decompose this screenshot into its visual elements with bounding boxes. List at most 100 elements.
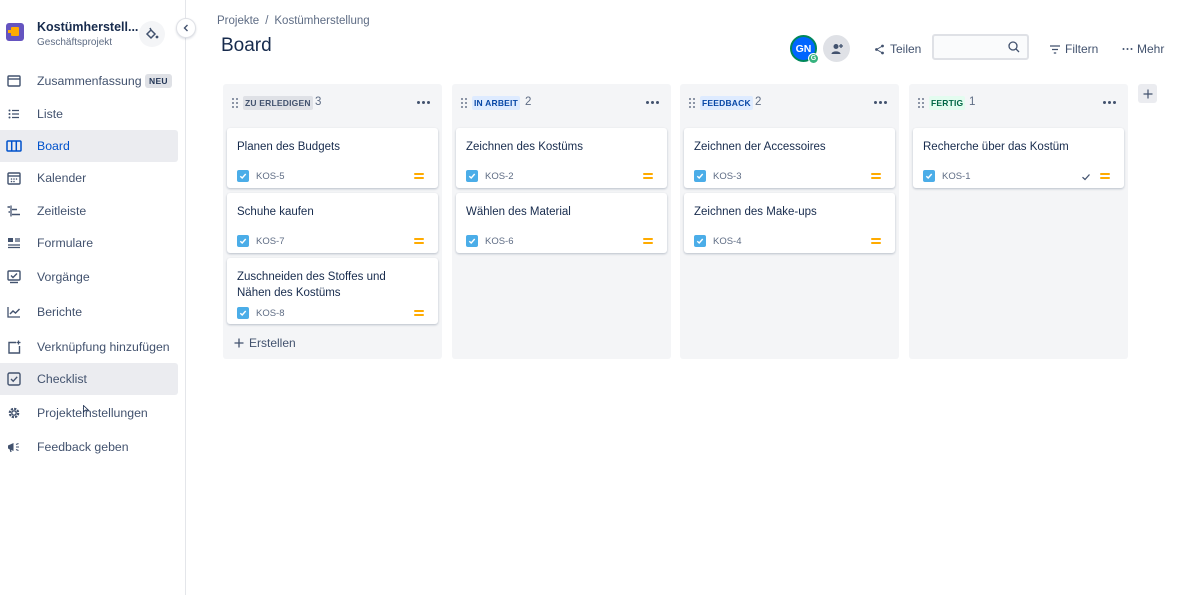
paint-bucket-icon[interactable]	[139, 21, 165, 47]
search-input[interactable]	[938, 38, 1008, 56]
plus-icon	[1143, 89, 1152, 98]
settings-icon	[6, 405, 22, 421]
issue-key[interactable]: KOS-6	[485, 236, 514, 247]
filter-button[interactable]: Filtern	[1050, 40, 1098, 58]
sidebar-item-board[interactable]: Board	[0, 130, 178, 162]
issue-key[interactable]: KOS-7	[256, 236, 285, 247]
create-issue-label: Erstellen	[249, 336, 296, 350]
task-type-icon	[466, 235, 478, 247]
more-button[interactable]: Mehr	[1122, 40, 1164, 58]
issue-card[interactable]: Schuhe kaufen KOS-7	[227, 193, 438, 253]
search-field[interactable]	[932, 34, 1029, 60]
issue-key[interactable]: KOS-8	[256, 308, 285, 319]
sidebar-item-zusammenfassung[interactable]: Zusammenfassung NEU	[0, 65, 178, 97]
sidebar-item-label: Feedback geben	[37, 440, 129, 454]
reports-icon	[6, 304, 22, 320]
issue-card-title: Wählen des Material	[466, 206, 571, 218]
sidebar-item-berichte[interactable]: Berichte	[0, 296, 178, 328]
sidebar-item-zeitleiste[interactable]: Zeitleiste	[0, 195, 178, 227]
issue-key[interactable]: KOS-1	[942, 171, 971, 182]
column-issue-count: 2	[755, 96, 762, 108]
add-people-button[interactable]	[823, 35, 850, 62]
sidebar-item-label: Formulare	[37, 236, 94, 250]
issue-key-row: KOS-5	[237, 169, 285, 183]
column-header[interactable]: FEEDBACK 2	[680, 84, 899, 122]
column-more-icon[interactable]	[1099, 95, 1119, 109]
list-icon	[6, 106, 22, 122]
column-title: FEEDBACK	[700, 96, 753, 110]
issue-key[interactable]: KOS-3	[713, 171, 742, 182]
column-header[interactable]: FERTIG 1	[909, 84, 1128, 122]
issue-card[interactable]: Zeichnen der Accessoires KOS-3	[684, 128, 895, 188]
task-type-icon	[237, 307, 249, 319]
issue-key[interactable]: KOS-4	[713, 236, 742, 247]
issue-card[interactable]: Zuschneiden des Stoffes und Nähen des Ko…	[227, 258, 438, 324]
sidebar-item-liste[interactable]: Liste	[0, 98, 178, 130]
share-button[interactable]: Teilen	[874, 40, 921, 58]
column-more-icon[interactable]	[642, 95, 662, 109]
timeline-icon	[6, 203, 22, 219]
plus-icon	[234, 338, 244, 348]
sidebar-item-label: Zeitleiste	[37, 204, 87, 218]
column-issue-count: 2	[525, 96, 532, 108]
column-header[interactable]: IN ARBEIT 2	[452, 84, 671, 122]
project-name[interactable]: Kostümherstell...	[37, 20, 138, 34]
drag-handle-icon[interactable]	[231, 97, 239, 109]
drag-handle-icon[interactable]	[688, 97, 696, 109]
task-type-icon	[694, 235, 706, 247]
sidebar: Kostümherstell... Geschäftsprojekt Zusam…	[0, 0, 186, 595]
create-issue-button[interactable]: Erstellen	[227, 334, 296, 352]
drag-handle-icon[interactable]	[460, 97, 468, 109]
done-check-icon	[1081, 171, 1091, 181]
sidebar-item-vorgaenge[interactable]: Vorgänge	[0, 261, 178, 293]
issue-card[interactable]: Zeichnen des Make-ups KOS-4	[684, 193, 895, 253]
sidebar-item-label: Liste	[37, 107, 63, 121]
breadcrumb-projects-link[interactable]: Projekte	[217, 15, 259, 27]
issue-key-row: KOS-1	[923, 169, 971, 183]
add-column-button[interactable]	[1138, 84, 1157, 103]
sidebar-item-label: Board	[37, 139, 70, 153]
summary-icon	[6, 73, 22, 89]
column-title: ZU ERLEDIGEN	[243, 96, 313, 110]
priority-medium-icon	[414, 309, 424, 317]
issue-card[interactable]: Wählen des Material KOS-6	[456, 193, 667, 253]
search-icon	[1008, 41, 1020, 53]
issue-key[interactable]: KOS-5	[256, 171, 285, 182]
drag-handle-icon[interactable]	[917, 97, 925, 109]
board-column-zu-erledigen: ZU ERLEDIGEN 3 Planen des Budgets KOS-5 Schu…	[223, 84, 442, 359]
issue-key[interactable]: KOS-2	[485, 171, 514, 182]
share-label: Teilen	[890, 42, 922, 56]
sidebar-item-checklist[interactable]: Checklist	[0, 363, 178, 395]
column-more-icon[interactable]	[870, 95, 890, 109]
priority-medium-icon	[871, 237, 881, 245]
sidebar-item-label: Vorgänge	[37, 270, 90, 284]
column-more-icon[interactable]	[413, 95, 433, 109]
issue-card-title: Zeichnen des Make-ups	[694, 206, 817, 218]
sidebar-item-feedback-geben[interactable]: Feedback geben	[0, 431, 178, 463]
sidebar-item-label: Berichte	[37, 305, 83, 319]
breadcrumb-project-link[interactable]: Kostümherstellung	[274, 15, 369, 27]
issue-card[interactable]: Planen des Budgets KOS-5	[227, 128, 438, 188]
new-badge: NEU	[145, 74, 172, 88]
column-header[interactable]: ZU ERLEDIGEN 3	[223, 84, 442, 122]
board-column-in-arbeit: IN ARBEIT 2 Zeichnen des Kostüms KOS-2 Wähle…	[452, 84, 671, 359]
sidebar-item-projekteinstellungen[interactable]: Projekteinstellungen	[0, 397, 178, 429]
sidebar-item-formulare[interactable]: Formulare	[0, 227, 178, 259]
sidebar-item-label: Checklist	[37, 372, 87, 386]
priority-medium-icon	[643, 172, 653, 180]
collapse-sidebar-button[interactable]	[176, 18, 196, 38]
issue-card[interactable]: Zeichnen des Kostüms KOS-2	[456, 128, 667, 188]
calendar-icon	[6, 170, 22, 186]
issue-card-title: Zeichnen der Accessoires	[694, 141, 826, 153]
page-title: Board	[221, 35, 272, 56]
task-type-icon	[237, 235, 249, 247]
issue-card[interactable]: Recherche über das Kostüm KOS-1	[913, 128, 1124, 188]
sidebar-item-kalender[interactable]: Kalender	[0, 162, 178, 194]
sidebar-item-verknuepfung-hinzufuegen[interactable]: Verknüpfung hinzufügen	[0, 331, 178, 363]
sidebar-item-label: Kalender	[37, 171, 87, 185]
task-type-icon	[923, 170, 935, 182]
issue-key-row: KOS-7	[237, 234, 285, 248]
issue-card-title: Planen des Budgets	[237, 141, 340, 153]
column-title: IN ARBEIT	[472, 96, 520, 110]
project-header[interactable]: Kostümherstell... Geschäftsprojekt	[0, 10, 186, 54]
